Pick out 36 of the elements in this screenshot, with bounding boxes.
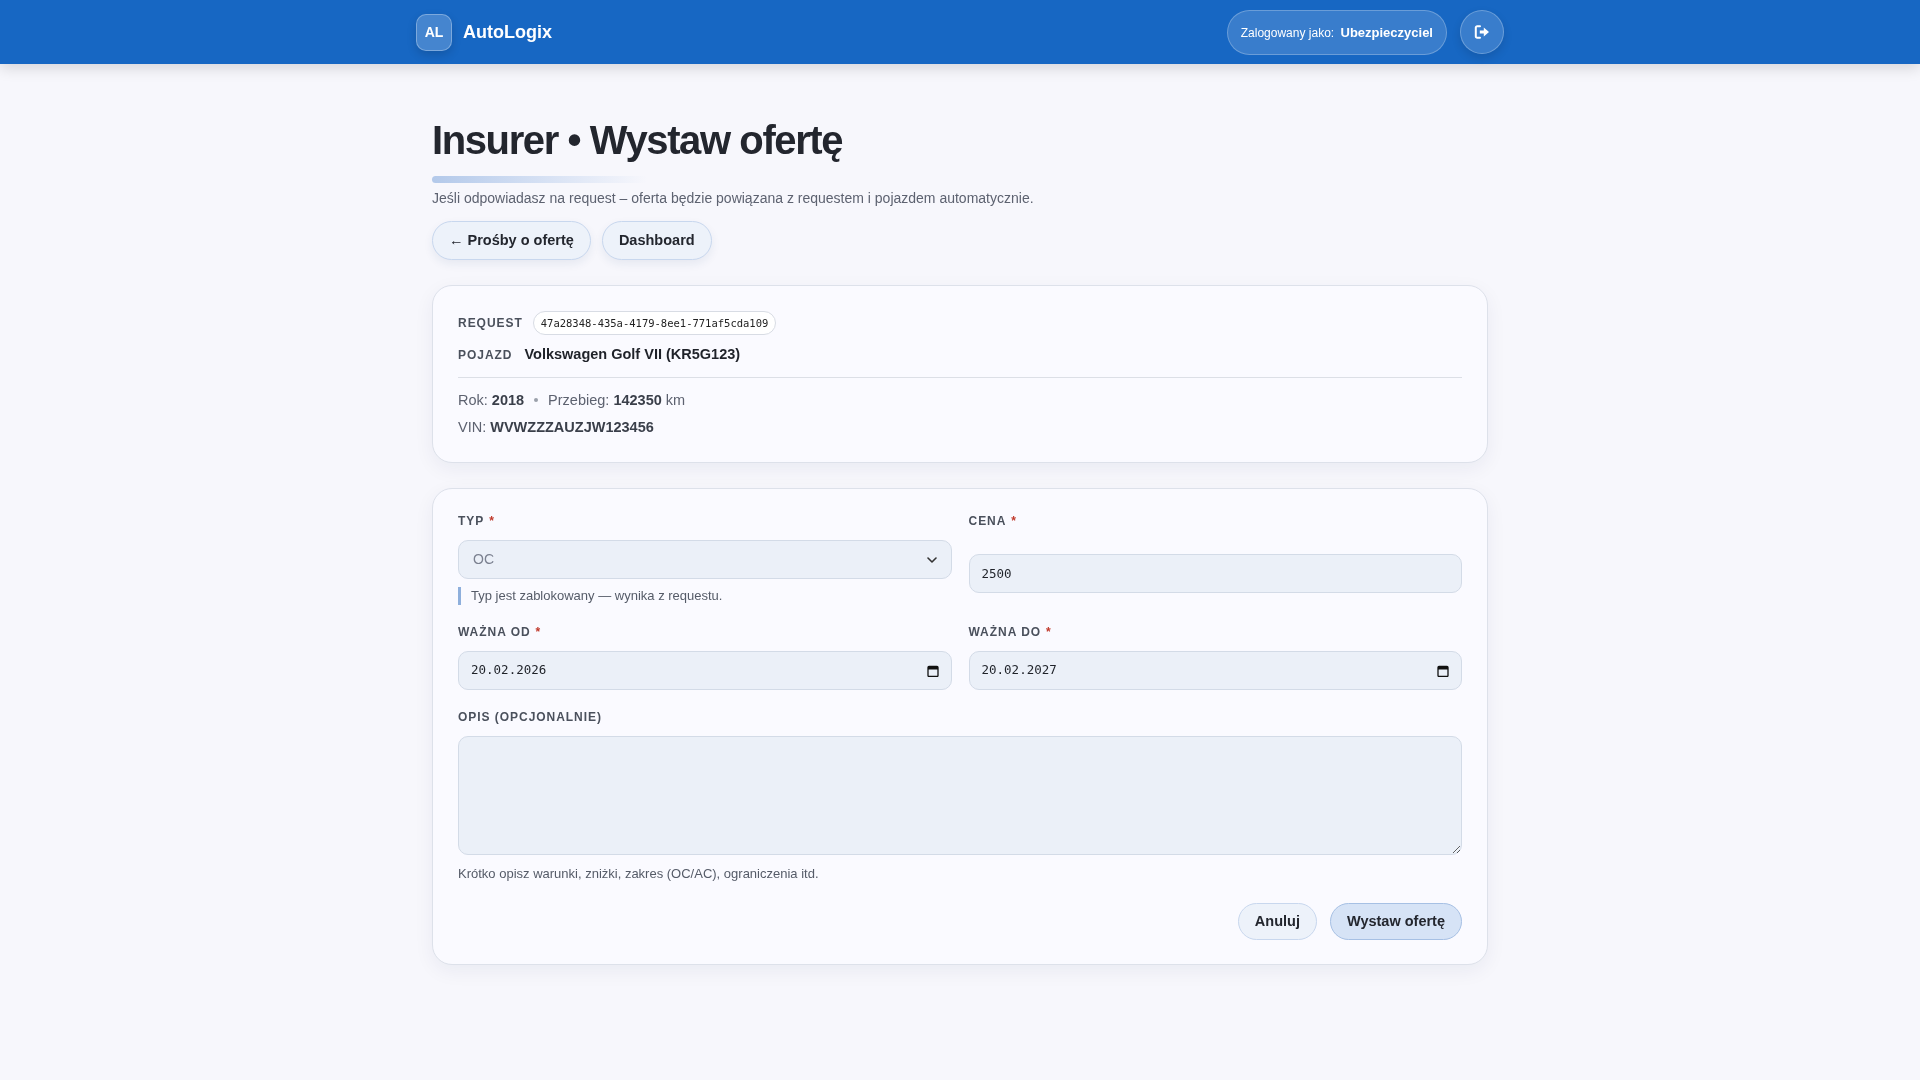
dot-separator-icon bbox=[534, 398, 539, 402]
field-label: CENA bbox=[968, 513, 1007, 530]
vehicle-label: POJAZD bbox=[458, 347, 513, 364]
field-label: OPIS (OPCJONALNIE) bbox=[458, 709, 602, 726]
locked-type-note: Typ jest zablokowany — wynika z requestu. bbox=[458, 587, 952, 605]
vehicle-spec: Przebieg: 142350 km bbox=[548, 391, 686, 410]
required-asterisk: * bbox=[1011, 513, 1016, 530]
description-hint: Krótko opisz warunki, zniżki, zakres (OC/AC), ograniczenia itd. bbox=[458, 865, 820, 883]
brand-name[interactable]: AutoLogix bbox=[463, 18, 552, 46]
date-field[interactable]: 20.02.2027 bbox=[968, 651, 1462, 690]
vehicle-vin: VIN: WVWZZZAUZJW123456 bbox=[458, 419, 654, 435]
required-asterisk: * bbox=[1046, 624, 1051, 641]
calendar-icon[interactable] bbox=[1437, 664, 1449, 677]
required-asterisk: * bbox=[535, 624, 541, 641]
submit-offer-button[interactable]: Wystaw ofertę bbox=[1329, 903, 1462, 940]
chevron-down-icon bbox=[926, 556, 937, 563]
date-field[interactable]: 20.02.2026 bbox=[458, 651, 952, 690]
field-label: TYP bbox=[458, 513, 485, 530]
required-asterisk: * bbox=[489, 513, 494, 530]
nav-button[interactable]: Dashboard bbox=[601, 221, 712, 260]
request-label: REQUEST bbox=[458, 315, 523, 332]
page-subtitle: Jeśli odpowiadasz na request – oferta będzie powiązana z requestem i pojazdem automatycznie. bbox=[432, 189, 1035, 207]
page-title: Insurer • Wystaw ofertę bbox=[432, 117, 844, 164]
nav-button[interactable]: ← Prośby o ofertę bbox=[432, 221, 591, 260]
logo-badge[interactable]: AL bbox=[416, 13, 452, 51]
request-id-chip: 47a28348-435a-4179-8ee1-771af5cda109 bbox=[532, 311, 777, 335]
calendar-icon[interactable] bbox=[926, 664, 939, 677]
logout-icon bbox=[1474, 24, 1490, 40]
logged-in-badge: Zalogowany jako: Ubezpieczyciel bbox=[1226, 9, 1447, 55]
field-label: WAŻNA DO bbox=[968, 624, 1042, 641]
vehicle-spec: Rok: 2018 bbox=[458, 391, 525, 410]
vehicle-name: Volkswagen Golf VII (KR5G123) bbox=[524, 345, 741, 365]
logout-button[interactable] bbox=[1460, 10, 1504, 54]
field-label: WAŻNA OD bbox=[458, 624, 531, 641]
cancel-button[interactable]: Anuluj bbox=[1237, 903, 1317, 940]
price-input[interactable]: 2500 bbox=[968, 554, 1462, 593]
